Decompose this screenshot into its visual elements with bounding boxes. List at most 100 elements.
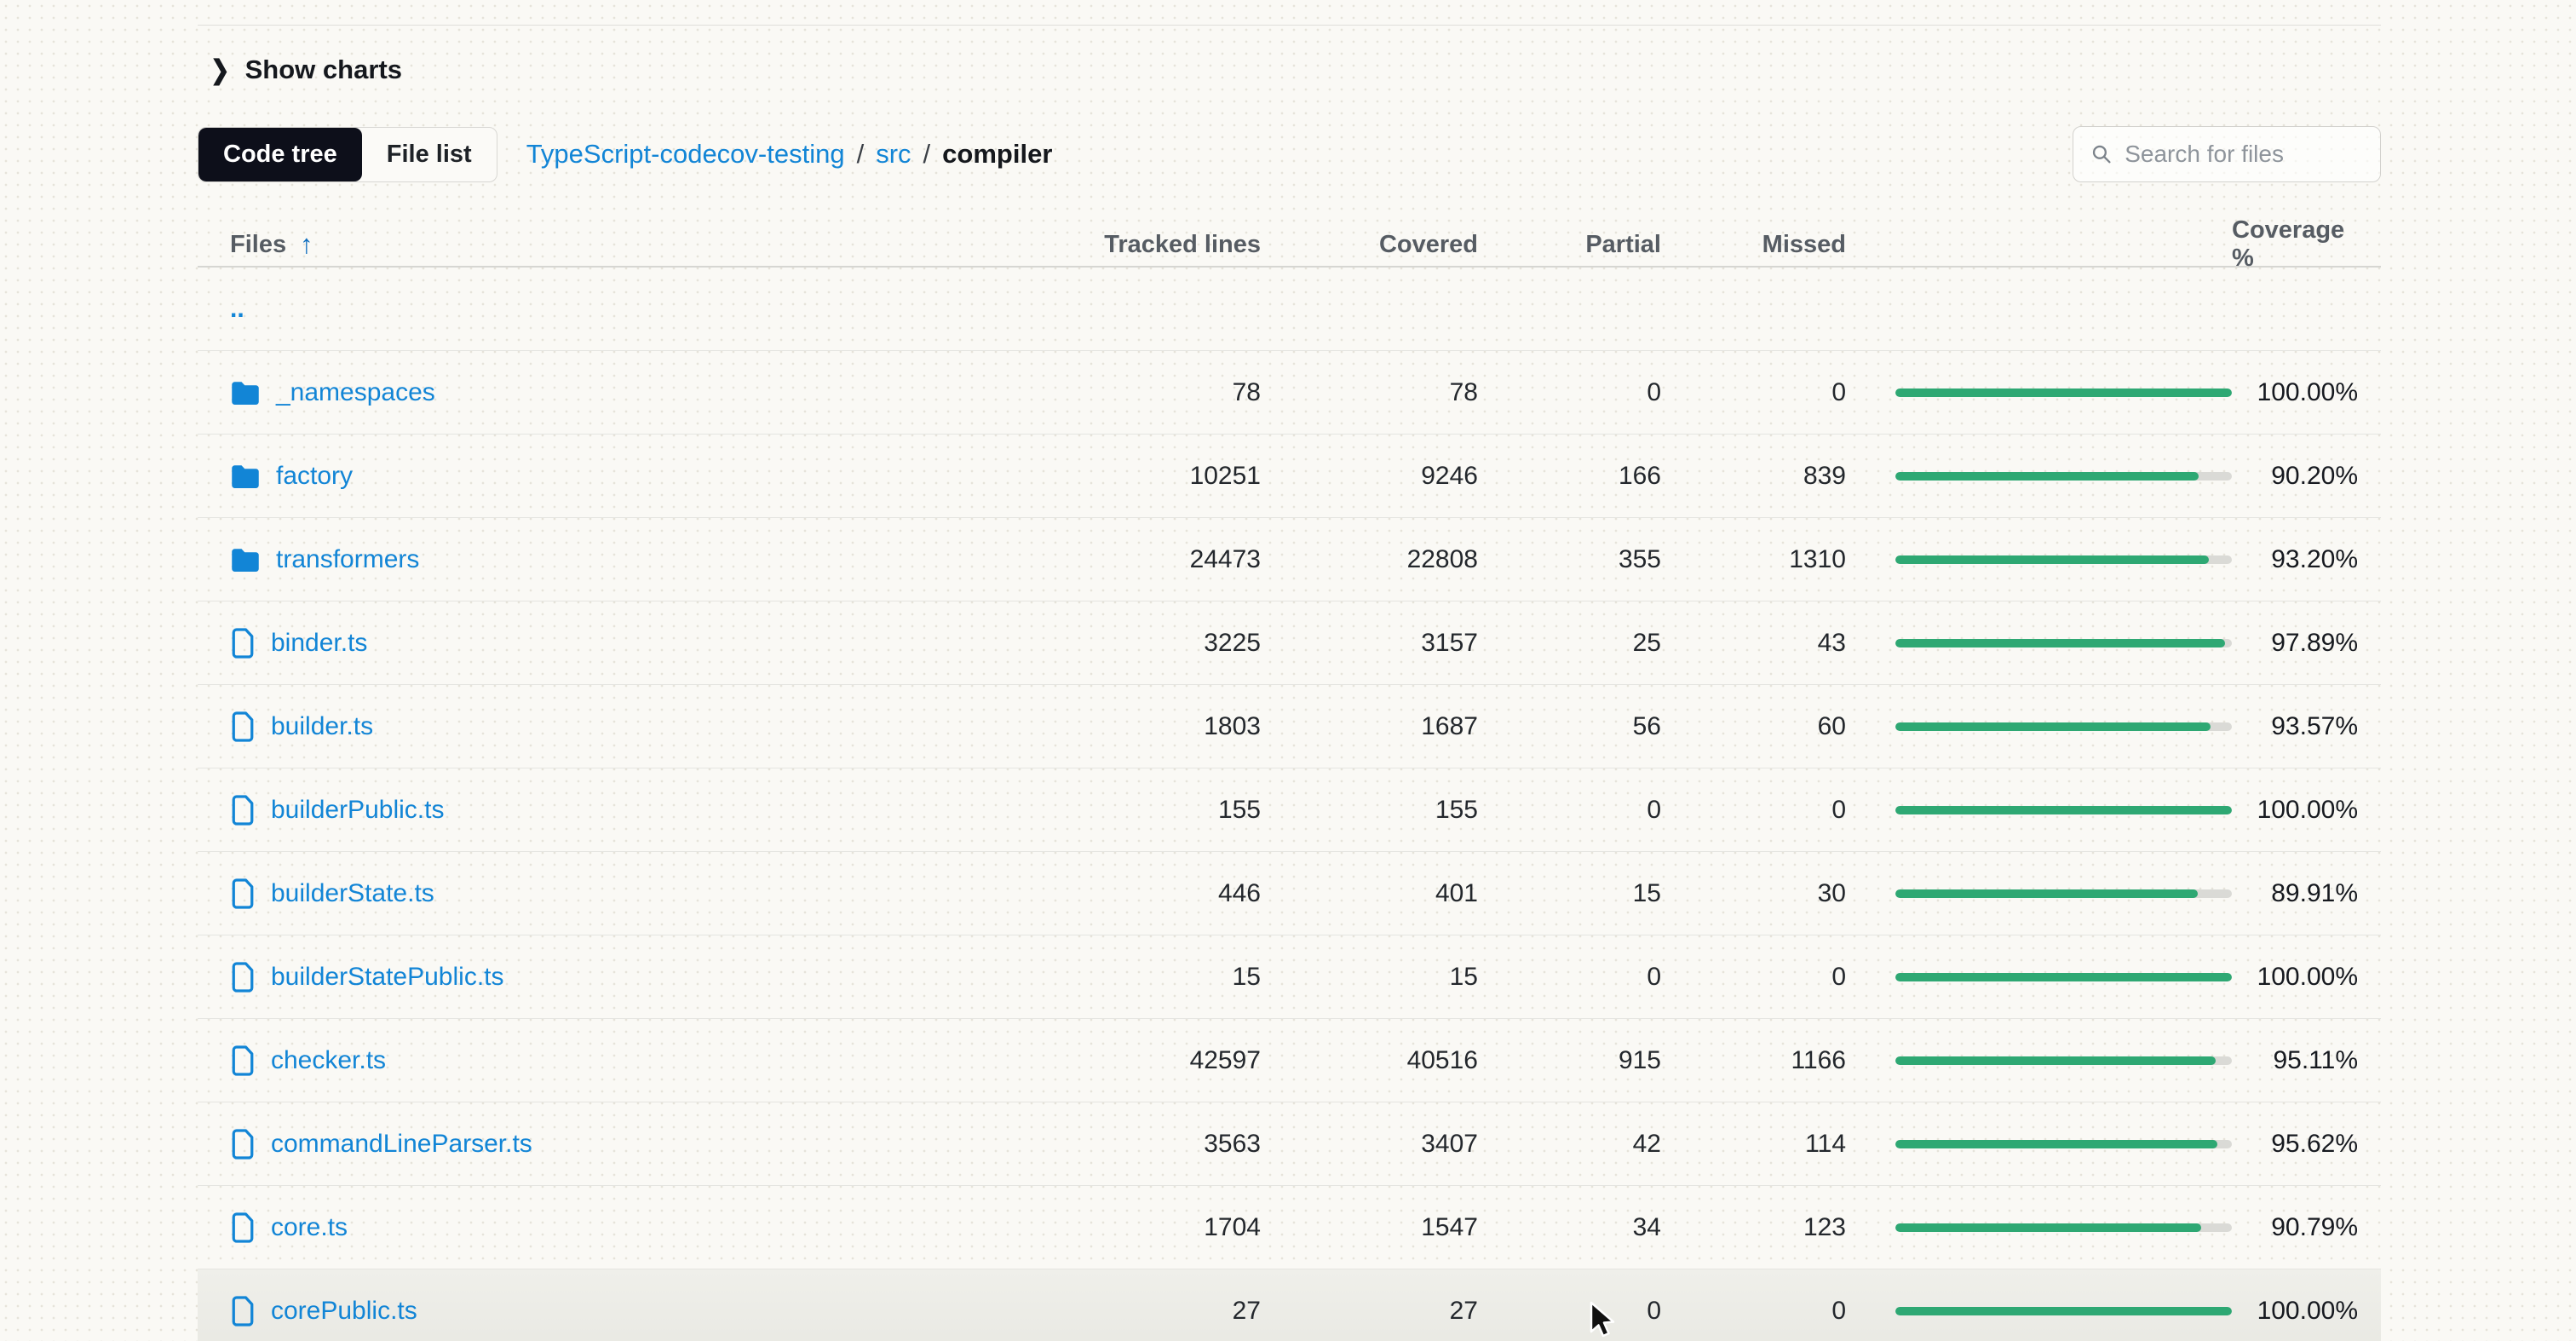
folder-link[interactable]: factory: [276, 462, 353, 491]
search-box[interactable]: [2073, 126, 2381, 182]
coverage-percent-value: 100.00%: [2232, 378, 2381, 407]
coverage-bar: [1846, 973, 2232, 981]
column-header-missed[interactable]: Missed: [1661, 231, 1846, 259]
tracked-lines-value: 446: [1031, 879, 1261, 908]
column-header-coverage[interactable]: Coverage %: [2232, 216, 2381, 273]
table-row: commandLineParser.ts 3563 3407 42 114 95…: [198, 1102, 2381, 1186]
folder-icon: [230, 463, 261, 490]
covered-value: 1547: [1261, 1213, 1478, 1242]
coverage-percent-value: 89.91%: [2232, 879, 2381, 908]
covered-value: 401: [1261, 879, 1478, 908]
covered-value: 27: [1261, 1297, 1478, 1326]
coverage-bar: [1846, 1307, 2232, 1315]
coverage-percent-value: 90.20%: [2232, 462, 2381, 491]
tracked-lines-value: 42597: [1031, 1046, 1261, 1075]
file-icon: [230, 794, 256, 826]
coverage-percent-value: 100.00%: [2232, 1297, 2381, 1326]
file-link[interactable]: binder.ts: [271, 629, 367, 658]
column-header-partial[interactable]: Partial: [1478, 231, 1661, 259]
tracked-lines-value: 24473: [1031, 545, 1261, 574]
coverage-bar: [1846, 1056, 2232, 1065]
table-row: factory 10251 9246 166 839 90.20%: [198, 435, 2381, 518]
coverage-bar: [1846, 555, 2232, 564]
partial-value: 0: [1478, 796, 1661, 825]
column-header-tracked-lines[interactable]: Tracked lines: [1031, 231, 1261, 259]
search-input[interactable]: [2125, 141, 2363, 168]
missed-value: 0: [1661, 378, 1846, 407]
breadcrumb: TypeScript-codecov-testing / src / compi…: [526, 139, 1053, 170]
file-link[interactable]: builder.ts: [271, 712, 373, 741]
missed-value: 0: [1661, 1297, 1846, 1326]
parent-directory-row: ..: [198, 268, 2381, 351]
covered-value: 3157: [1261, 629, 1478, 658]
file-link[interactable]: builderStatePublic.ts: [271, 963, 504, 992]
file-icon: [230, 878, 256, 910]
partial-value: 0: [1478, 1297, 1661, 1326]
file-icon: [230, 1212, 256, 1244]
column-header-covered[interactable]: Covered: [1261, 231, 1478, 259]
partial-value: 56: [1478, 712, 1661, 741]
partial-value: 915: [1478, 1046, 1661, 1075]
folder-icon: [230, 546, 261, 573]
file-icon: [230, 627, 256, 659]
coverage-bar: [1846, 472, 2232, 481]
file-link[interactable]: commandLineParser.ts: [271, 1130, 532, 1159]
covered-value: 9246: [1261, 462, 1478, 491]
file-link[interactable]: builderState.ts: [271, 879, 434, 908]
view-toggle: Code tree File list: [198, 127, 497, 182]
coverage-percent-value: 93.57%: [2232, 712, 2381, 741]
table-row: builderState.ts 446 401 15 30 89.91%: [198, 852, 2381, 935]
breadcrumb-separator: /: [857, 139, 865, 170]
code-tree-button[interactable]: Code tree: [198, 128, 362, 181]
file-icon: [230, 961, 256, 993]
coverage-bar: [1846, 1223, 2232, 1232]
partial-value: 166: [1478, 462, 1661, 491]
file-icon: [230, 1045, 256, 1077]
breadcrumb-current: compiler: [942, 139, 1052, 170]
missed-value: 1166: [1661, 1046, 1846, 1075]
table-row: builderPublic.ts 155 155 0 0 100.00%: [198, 768, 2381, 852]
tracked-lines-value: 15: [1031, 963, 1261, 992]
file-list-button[interactable]: File list: [362, 128, 497, 181]
file-icon: [230, 1128, 256, 1160]
tracked-lines-value: 1803: [1031, 712, 1261, 741]
table-row: builderStatePublic.ts 15 15 0 0 100.00%: [198, 935, 2381, 1019]
table-row: corePublic.ts 27 27 0 0 100.00%: [198, 1269, 2381, 1341]
partial-value: 15: [1478, 879, 1661, 908]
show-charts-label: Show charts: [245, 55, 402, 85]
coverage-bar: [1846, 722, 2232, 731]
coverage-percent-value: 95.11%: [2232, 1046, 2381, 1075]
table-row: _namespaces 78 78 0 0 100.00%: [198, 351, 2381, 435]
missed-value: 114: [1661, 1130, 1846, 1159]
table-row: core.ts 1704 1547 34 123 90.79%: [198, 1186, 2381, 1269]
covered-value: 3407: [1261, 1130, 1478, 1159]
tracked-lines-value: 3563: [1031, 1130, 1261, 1159]
partial-value: 0: [1478, 378, 1661, 407]
table-row: transformers 24473 22808 355 1310 93.20%: [198, 518, 2381, 601]
folder-link[interactable]: _namespaces: [276, 378, 435, 407]
show-charts-toggle[interactable]: ❯ Show charts: [210, 55, 402, 85]
table-row: checker.ts 42597 40516 915 1166 95.11%: [198, 1019, 2381, 1102]
column-header-files[interactable]: Files ↑: [198, 229, 1031, 260]
breadcrumb-repo-link[interactable]: TypeScript-codecov-testing: [526, 139, 845, 170]
missed-value: 60: [1661, 712, 1846, 741]
file-link[interactable]: checker.ts: [271, 1046, 386, 1075]
partial-value: 0: [1478, 963, 1661, 992]
covered-value: 22808: [1261, 545, 1478, 574]
missed-value: 839: [1661, 462, 1846, 491]
breadcrumb-src-link[interactable]: src: [876, 139, 911, 170]
covered-value: 15: [1261, 963, 1478, 992]
folder-icon: [230, 379, 261, 406]
coverage-percent-value: 95.62%: [2232, 1130, 2381, 1159]
file-link[interactable]: core.ts: [271, 1213, 348, 1242]
covered-value: 78: [1261, 378, 1478, 407]
files-table: Files ↑ Tracked lines Covered Partial Mi…: [198, 216, 2381, 1341]
missed-value: 0: [1661, 796, 1846, 825]
parent-directory-link[interactable]: ..: [230, 295, 244, 324]
file-link[interactable]: builderPublic.ts: [271, 796, 444, 825]
coverage-bar: [1846, 388, 2232, 397]
table-header-row: Files ↑ Tracked lines Covered Partial Mi…: [198, 216, 2381, 268]
coverage-percent-value: 100.00%: [2232, 963, 2381, 992]
folder-link[interactable]: transformers: [276, 545, 419, 574]
file-link[interactable]: corePublic.ts: [271, 1297, 417, 1326]
